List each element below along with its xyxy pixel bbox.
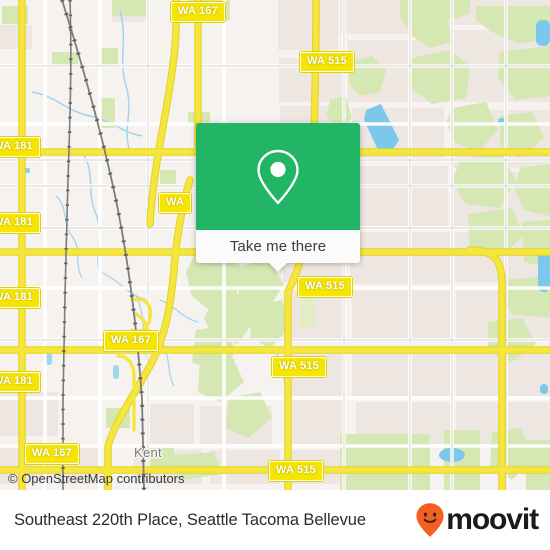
moovit-brand[interactable]: moovit — [415, 502, 539, 538]
highway-shield[interactable]: WA 181 — [0, 288, 40, 308]
take-me-there-button[interactable]: Take me there — [196, 230, 360, 272]
moovit-smiley-pin-icon — [416, 503, 444, 537]
footer-bar: Southeast 220th Place, Seattle Tacoma Be… — [0, 490, 550, 550]
highway-shield[interactable]: WA — [159, 193, 192, 213]
highway-shield[interactable]: WA 515 — [272, 357, 326, 377]
highway-shield[interactable]: WA 167 — [104, 331, 158, 351]
moovit-wordmark: moovit — [446, 503, 539, 536]
callout-pin-panel — [196, 123, 360, 230]
highway-shield[interactable]: WA 181 — [0, 372, 40, 392]
location-title: Southeast 220th Place, Seattle Tacoma Be… — [14, 510, 366, 529]
highway-shield[interactable]: WA 181 — [0, 137, 40, 157]
highway-shield[interactable]: WA 181 — [0, 213, 40, 233]
highway-shield[interactable]: WA 515 — [298, 277, 352, 297]
highway-shield[interactable]: WA 515 — [300, 52, 354, 72]
highway-shield[interactable]: WA 515 — [269, 461, 323, 481]
highway-shield[interactable]: WA 167 — [171, 2, 225, 22]
callout-tail-pointer — [268, 262, 288, 272]
take-me-there-label: Take me there — [229, 238, 327, 255]
map-canvas[interactable]: Kent WA 167 WA 515 WA 181 WA 181 WA WA 1… — [0, 0, 550, 490]
location-callout-card[interactable]: Take me there — [196, 123, 360, 272]
moovit-map-screenshot: Kent WA 167 WA 515 WA 181 WA 181 WA WA 1… — [0, 0, 550, 550]
map-pin-icon — [257, 149, 299, 204]
highway-shield[interactable]: WA 167 — [25, 444, 79, 464]
map-attribution[interactable]: © OpenStreetMap contributors — [8, 471, 185, 486]
